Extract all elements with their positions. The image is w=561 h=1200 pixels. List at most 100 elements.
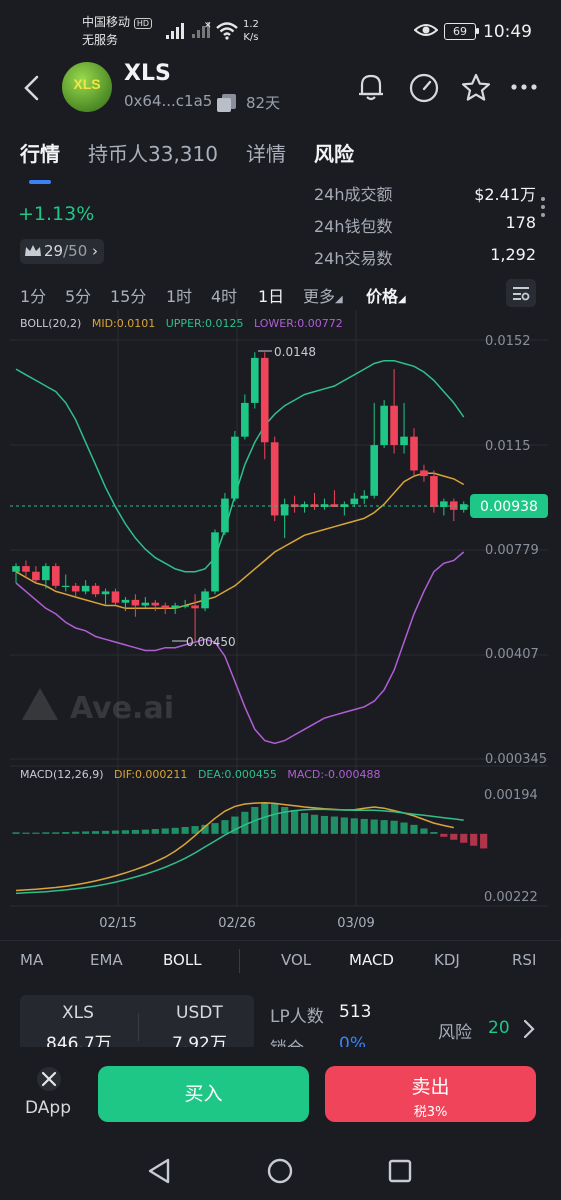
active-tab-indicator bbox=[29, 180, 51, 184]
date-label-1: 02/15 bbox=[99, 916, 136, 931]
risk-label: 风险 bbox=[438, 1023, 472, 1043]
macd-bar bbox=[52, 832, 60, 834]
star-icon[interactable] bbox=[460, 72, 492, 104]
timeframe-bar: 1分 5分 15分 1时 4时 1日 更多◢ 价格◢ bbox=[0, 280, 561, 310]
macd-bar bbox=[310, 814, 319, 834]
ind-boll[interactable]: BOLL bbox=[163, 951, 202, 969]
candle-body bbox=[191, 605, 199, 609]
sell-button[interactable]: 卖出 税3% bbox=[325, 1066, 536, 1122]
stat-value-txns: 1,292 bbox=[490, 245, 536, 264]
high-label: 0.0148 bbox=[274, 345, 316, 359]
candle-body bbox=[81, 585, 90, 592]
nav-back-icon[interactable] bbox=[146, 1157, 174, 1185]
tf-15m[interactable]: 15分 bbox=[110, 283, 146, 307]
candle-body bbox=[131, 599, 140, 606]
tf-1m[interactable]: 1分 bbox=[20, 283, 46, 307]
rank-badge[interactable]: 29/50 › bbox=[20, 239, 104, 264]
pool-quote-symbol: USDT bbox=[176, 1003, 223, 1023]
tf-more[interactable]: 更多◢ bbox=[303, 283, 343, 307]
copy-icon[interactable] bbox=[216, 93, 238, 113]
dapp-label: DApp bbox=[25, 1098, 72, 1118]
current-price-text: 0.00938 bbox=[480, 499, 538, 515]
macd-bar bbox=[121, 830, 130, 834]
dapp-button[interactable]: DApp bbox=[22, 1066, 74, 1122]
hd-badge: HD bbox=[133, 18, 153, 29]
ind-rsi[interactable]: RSI bbox=[512, 951, 536, 969]
low-label: 0.00450 bbox=[186, 635, 236, 649]
candle-body bbox=[111, 591, 120, 603]
candle-body bbox=[161, 605, 170, 609]
nav-home-icon[interactable] bbox=[266, 1157, 294, 1185]
macd-legend: MACD(12,26,9) DIF:0.000211 DEA:0.000455 … bbox=[20, 768, 381, 781]
macd-bar bbox=[271, 804, 279, 834]
ind-vol[interactable]: VOL bbox=[281, 951, 311, 969]
macd-bar bbox=[221, 820, 229, 834]
price-mode-dropdown[interactable]: 价格◢ bbox=[366, 283, 406, 307]
macd-bar bbox=[330, 816, 338, 834]
risk-chevron-icon[interactable] bbox=[522, 1018, 536, 1040]
candle-body bbox=[260, 357, 269, 443]
macd-bar bbox=[400, 822, 408, 834]
stat-value-wallets: 178 bbox=[505, 213, 536, 232]
tab-market[interactable]: 行情 bbox=[20, 138, 60, 167]
tab-holders[interactable]: 持币人33,310 bbox=[88, 138, 218, 167]
tab-details[interactable]: 详情 bbox=[246, 138, 286, 167]
chart-settings-button[interactable] bbox=[506, 279, 536, 307]
date-label-3: 03/09 bbox=[337, 916, 374, 931]
battery-indicator: 69 bbox=[444, 23, 476, 40]
service-status: 无服务 bbox=[82, 33, 119, 47]
macd-bar bbox=[480, 833, 488, 849]
nav-recents-icon[interactable] bbox=[386, 1157, 414, 1185]
gauge-icon[interactable] bbox=[408, 72, 440, 104]
macd-panel bbox=[12, 802, 488, 849]
tf-1d[interactable]: 1日 bbox=[258, 283, 284, 307]
tf-4h[interactable]: 4时 bbox=[211, 283, 237, 307]
tf-1h[interactable]: 1时 bbox=[166, 283, 192, 307]
watermark: Ave.ai bbox=[22, 688, 174, 726]
token-name: XLS bbox=[124, 61, 171, 86]
carrier-name: 中国移动 bbox=[82, 15, 131, 29]
candle-body bbox=[141, 602, 150, 606]
macd-axis-bottom: 0.00222 bbox=[484, 890, 538, 905]
ind-kdj[interactable]: KDJ bbox=[434, 951, 460, 969]
indicator-top-divider bbox=[0, 940, 561, 941]
macd-lines bbox=[15, 802, 464, 895]
kline-chart[interactable]: Ave.ai 0.0152 0.0115 0.00779 0.00407 0.00034… bbox=[0, 310, 561, 942]
candle-body bbox=[32, 571, 40, 581]
indicator-divider bbox=[239, 949, 240, 973]
back-arrow-icon[interactable] bbox=[22, 74, 40, 102]
price-axis-label: 0.00407 bbox=[485, 647, 539, 662]
boll-upper-line bbox=[15, 359, 465, 573]
macd-bar bbox=[171, 827, 179, 834]
ind-ema[interactable]: EMA bbox=[90, 951, 123, 969]
tab-risk[interactable]: 风险 bbox=[314, 138, 354, 167]
candle-body bbox=[91, 585, 100, 595]
svg-text:✕: ✕ bbox=[204, 21, 212, 31]
candle-body bbox=[360, 495, 369, 499]
macd-bar bbox=[390, 820, 398, 834]
risk-score: 20 bbox=[488, 1018, 510, 1038]
buy-button[interactable]: 买入 bbox=[98, 1066, 309, 1122]
token-age: 82天 bbox=[246, 94, 281, 112]
macd-bar bbox=[12, 832, 20, 834]
candle-body bbox=[390, 405, 398, 446]
ind-macd[interactable]: MACD bbox=[349, 951, 394, 969]
stat-value-volume: $2.41万 bbox=[474, 185, 536, 204]
candle-body bbox=[459, 504, 468, 510]
candle-body bbox=[12, 566, 20, 572]
side-more-icon[interactable] bbox=[540, 196, 546, 218]
tf-5m[interactable]: 5分 bbox=[65, 283, 91, 307]
candle-body bbox=[400, 436, 408, 446]
token-address: 0x64...c1a5 bbox=[124, 92, 213, 110]
candle-body bbox=[380, 405, 388, 446]
status-bar: 中国移动 HD 无服务 ✕ 1.2 K/s 69 10:49 bbox=[0, 0, 561, 60]
macd-bar bbox=[470, 833, 478, 846]
macd-bar bbox=[430, 832, 438, 834]
bell-icon[interactable] bbox=[356, 72, 386, 102]
chart-grid bbox=[10, 310, 548, 907]
more-menu-icon[interactable] bbox=[510, 82, 538, 92]
candle-body bbox=[121, 599, 130, 603]
macd-bar bbox=[360, 818, 368, 834]
candle-body bbox=[231, 436, 239, 499]
ind-ma[interactable]: MA bbox=[20, 951, 43, 969]
